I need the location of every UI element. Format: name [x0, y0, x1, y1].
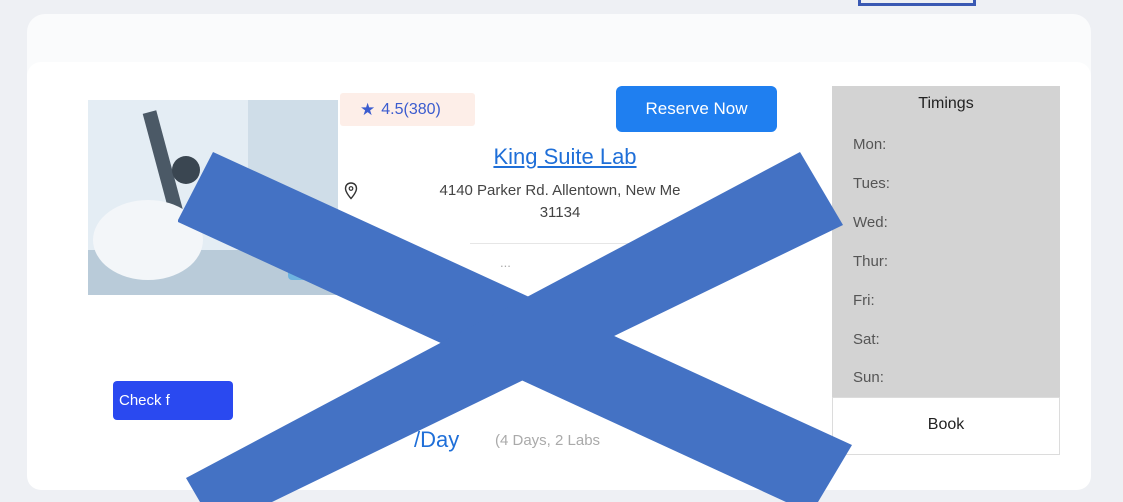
- timings-panel: Timings Mon: Tues: Wed: Thur: Fri: Sat: …: [832, 86, 1060, 397]
- price-unit: /Day: [414, 427, 460, 452]
- divider: [470, 243, 710, 244]
- obscured-text: ...: [500, 255, 511, 270]
- day-friday: Fri:: [853, 292, 875, 309]
- reserve-now-button[interactable]: Reserve Now: [616, 86, 777, 132]
- address-line-2: 31134: [539, 204, 581, 221]
- book-button[interactable]: Book: [832, 397, 1060, 455]
- day-monday: Mon:: [853, 136, 887, 153]
- location-pin-icon: [344, 182, 358, 200]
- address-line-1: 4140 Parker Rd. Allentown, New Me: [439, 182, 681, 199]
- check-availability-button[interactable]: Check f: [113, 381, 233, 420]
- lab-address: 4140 Parker Rd. Allentown, New Me 31134: [390, 180, 730, 224]
- rating-text: 4.5(380): [381, 100, 441, 118]
- day-sunday: Sun:: [853, 369, 884, 386]
- day-saturday: Sat:: [853, 331, 880, 348]
- top-accent-decoration: [858, 0, 976, 6]
- price-note: (4 Days, 2 Labs: [495, 432, 601, 449]
- lab-name-link[interactable]: King Suite Lab: [430, 144, 700, 170]
- lab-image: [88, 100, 338, 295]
- day-tuesday: Tues:: [853, 175, 890, 192]
- day-wednesday: Wed:: [853, 214, 888, 231]
- star-icon: ★: [360, 99, 376, 119]
- day-thursday: Thur:: [853, 253, 889, 270]
- rating-badge: ★ 4.5(380): [340, 93, 475, 126]
- timings-title: Timings: [918, 95, 974, 112]
